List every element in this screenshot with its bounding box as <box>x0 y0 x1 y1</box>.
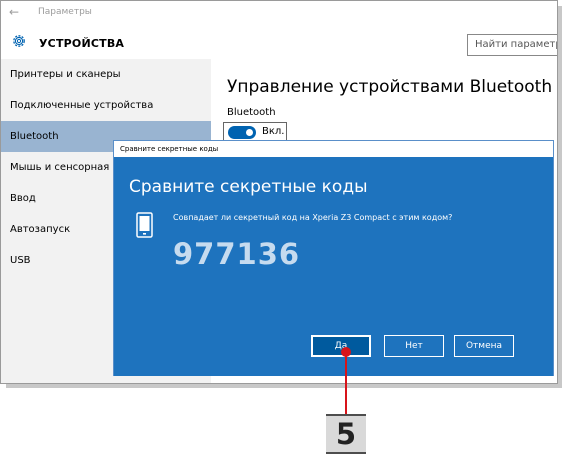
window-shadow <box>6 384 562 388</box>
sidebar-item-printers[interactable]: Принтеры и сканеры <box>1 59 211 90</box>
title-bar: ← Параметры <box>1 1 557 27</box>
bluetooth-label: Bluetooth <box>227 107 276 118</box>
gear-icon <box>13 35 25 47</box>
search-input[interactable]: Найти параметр <box>467 34 557 56</box>
window-title: Параметры <box>38 7 92 17</box>
step-number-badge: 5 <box>326 414 366 454</box>
window-shadow <box>558 6 562 388</box>
dialog-question: Совпадает ли секретный код на Xperia Z3 … <box>173 213 453 222</box>
toggle-switch[interactable] <box>228 126 256 139</box>
dialog-heading: Сравните секретные коды <box>129 177 368 197</box>
no-button[interactable]: Нет <box>384 335 444 357</box>
toggle-state-label: Вкл. <box>262 126 285 137</box>
content-title: Управление устройствами Bluetooth <box>227 77 553 97</box>
page-header: УСТРОЙСТВА Найти параметр <box>1 27 557 59</box>
compare-codes-dialog: Сравните секретные коды Сравните секретн… <box>113 140 554 376</box>
phone-icon <box>136 212 153 238</box>
page-title: УСТРОЙСТВА <box>39 37 125 50</box>
bluetooth-toggle[interactable]: Вкл. <box>223 122 287 142</box>
passcode: 977136 <box>173 237 301 271</box>
cancel-button[interactable]: Отмена <box>454 335 514 357</box>
callout-line <box>345 351 347 414</box>
toggle-knob <box>246 129 253 136</box>
dialog-window-title: Сравните секретные коды <box>114 141 553 157</box>
sidebar-item-connected-devices[interactable]: Подключенные устройства <box>1 90 211 121</box>
back-arrow-icon[interactable]: ← <box>9 5 19 19</box>
dialog-body: Сравните секретные коды Совпадает ли сек… <box>114 157 553 376</box>
